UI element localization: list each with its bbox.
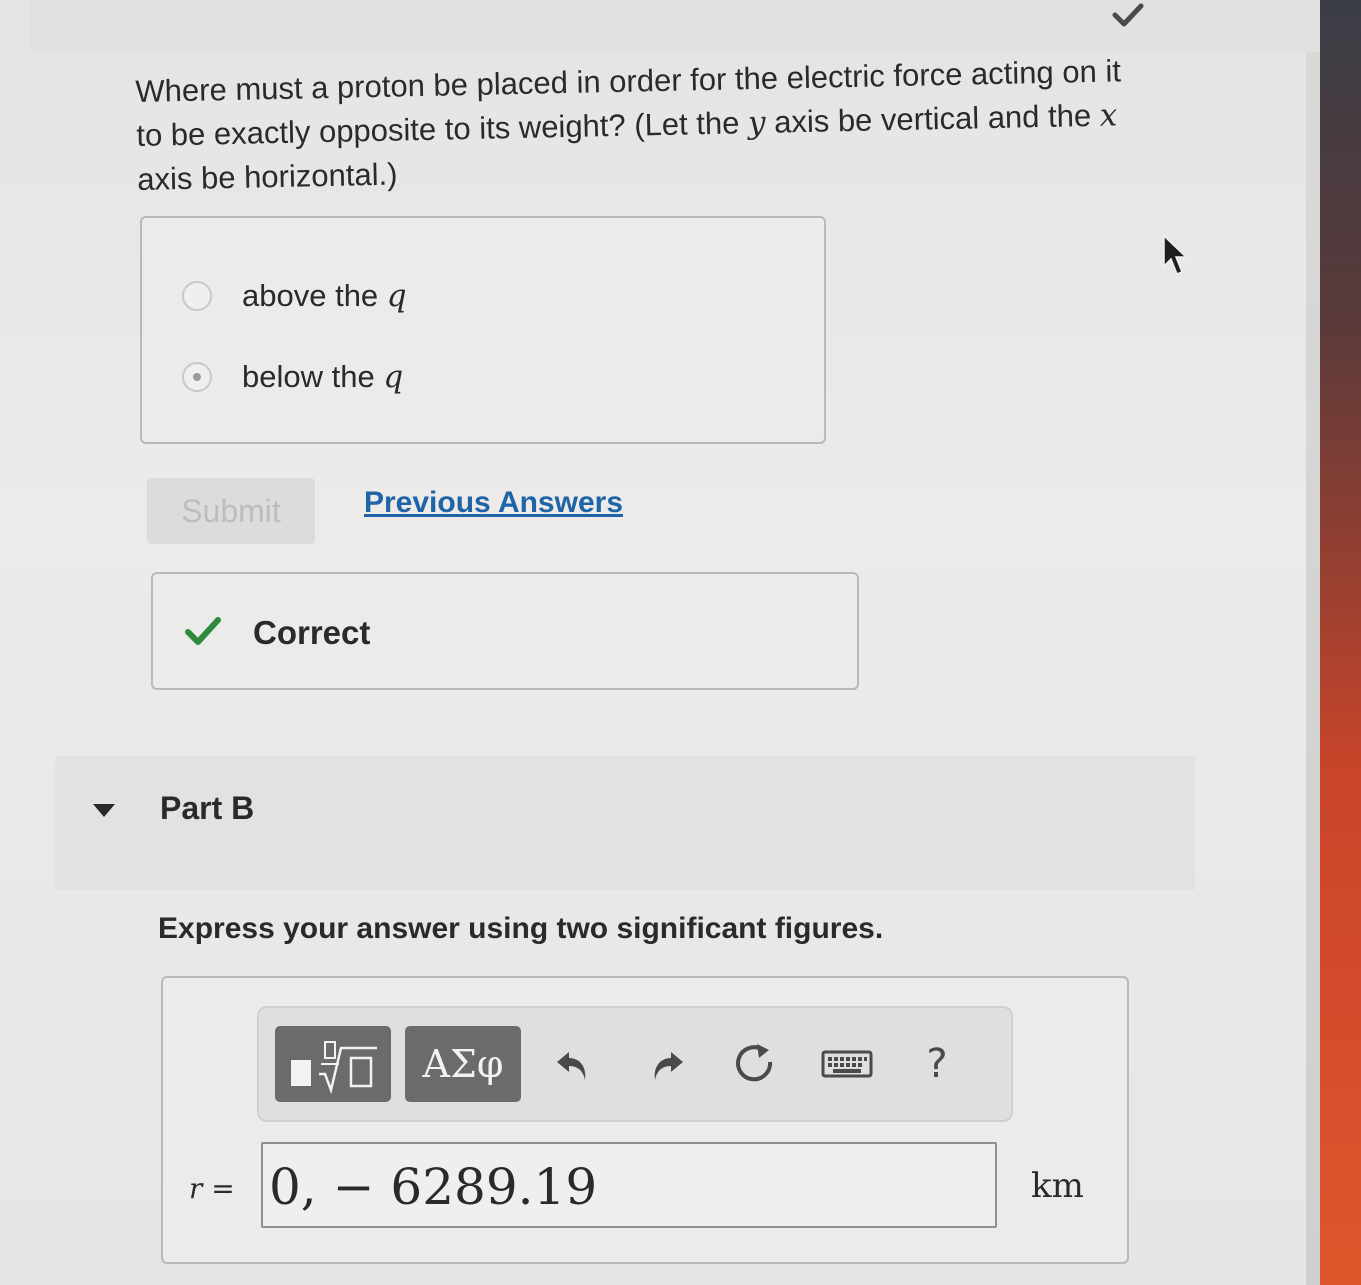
question-text: Where must a proton be placed in order f…	[135, 48, 1198, 202]
answer-unit: km	[1031, 1166, 1084, 1206]
previous-answers-link[interactable]: Previous Answers	[364, 486, 623, 520]
undo-icon	[557, 1052, 586, 1080]
help-button[interactable]: ?	[911, 1038, 963, 1090]
option-label: below the q	[242, 359, 404, 395]
keyboard-button[interactable]	[819, 1038, 875, 1090]
redo-icon	[654, 1052, 683, 1080]
submit-button[interactable]: Submit	[147, 478, 315, 544]
part-complete-check-icon	[1112, 3, 1144, 27]
instruction-text: Express your answer using two significan…	[158, 912, 884, 945]
undo-button[interactable]	[547, 1038, 599, 1090]
window-edge	[1306, 0, 1361, 1285]
feedback-box: Correct	[151, 572, 859, 690]
option-label: above the q	[242, 278, 407, 314]
option-above[interactable]: above the q	[182, 278, 407, 314]
keyboard-icon	[821, 1050, 873, 1078]
feedback-status: Correct	[253, 614, 371, 651]
answer-options: above the q below the q	[140, 216, 826, 444]
option-below[interactable]: below the q	[182, 359, 403, 395]
x-variable: x	[1099, 97, 1118, 134]
radio-selected[interactable]	[182, 362, 212, 392]
part-b-title: Part B	[160, 790, 255, 826]
greek-symbols-button[interactable]: ΑΣφ	[405, 1026, 521, 1102]
caret-down-icon[interactable]	[92, 802, 116, 818]
reset-icon	[736, 1044, 773, 1082]
reset-button[interactable]	[729, 1038, 781, 1090]
redo-button[interactable]	[641, 1038, 693, 1090]
templates-button[interactable]	[275, 1026, 391, 1102]
correct-check-icon	[185, 617, 221, 645]
math-toolbar: ΑΣφ ?	[257, 1006, 1013, 1122]
scroll-edge	[1306, 0, 1320, 1285]
y-variable: y	[747, 104, 766, 142]
answer-input[interactable]: 0, − 6289.19	[261, 1142, 997, 1228]
radio-unselected[interactable]	[182, 281, 212, 311]
radio-dot	[193, 373, 201, 381]
answer-variable-label: r =	[189, 1172, 235, 1205]
mouse-pointer-icon	[1163, 234, 1188, 275]
fraction-sqrt-icon	[291, 1041, 377, 1094]
answer-panel: ΑΣφ ? r = 0, − 6289.19 km	[161, 976, 1129, 1264]
